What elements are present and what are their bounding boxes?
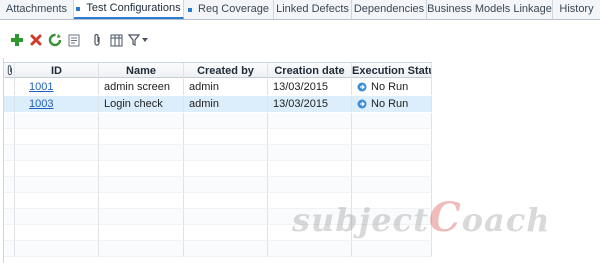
tab-dependencies[interactable]: Dependencies: [352, 0, 427, 19]
name-cell: admin screen: [99, 79, 184, 95]
status-text: No Run: [371, 81, 409, 93]
refresh-button[interactable]: [46, 31, 64, 49]
empty-row: [4, 113, 432, 129]
attachment-column-header[interactable]: [4, 63, 15, 79]
column-header-creation-date[interactable]: Creation date: [268, 63, 352, 79]
created-by-cell: admin: [184, 96, 268, 112]
add-button[interactable]: [8, 31, 26, 49]
attachment-icon: [94, 33, 100, 46]
name-cell: Login check: [99, 96, 184, 112]
filter-icon: [128, 34, 140, 46]
empty-row: [4, 241, 432, 257]
no-run-status-icon: [357, 99, 367, 109]
creation-date-cell: 13/03/2015: [268, 79, 352, 95]
test-configurations-grid: ID Name Created by Creation date Executi…: [3, 58, 432, 263]
filter-button[interactable]: [126, 31, 150, 49]
empty-row: [4, 129, 432, 145]
edit-details-icon: [68, 34, 79, 46]
column-header-id[interactable]: ID: [15, 63, 99, 79]
refresh-icon: [48, 33, 62, 47]
id-link[interactable]: 1003: [29, 98, 53, 110]
attachment-icon: [7, 65, 12, 76]
no-run-status-icon: [357, 82, 367, 92]
tab-label: Linked Defects: [276, 3, 349, 15]
tab-label: Attachments: [5, 3, 68, 15]
empty-row: [4, 225, 432, 241]
empty-row: [4, 145, 432, 161]
tab-label: Dependencies: [353, 3, 425, 15]
tab-indicator-icon: [188, 7, 193, 12]
status-text: No Run: [371, 98, 409, 110]
execution-status-cell: No Run: [352, 96, 432, 112]
grid-columns-icon: [110, 34, 122, 46]
tab-label: Business Models Linkage: [427, 3, 552, 15]
tab-business-models-linkage[interactable]: Business Models Linkage: [427, 0, 553, 19]
empty-row: [4, 193, 432, 209]
table-row-selected[interactable]: 1003 Login check admin 13/03/2015 No Run: [4, 96, 432, 112]
column-header-created-by[interactable]: Created by: [184, 63, 268, 79]
tab-req-coverage[interactable]: Req Coverage: [184, 0, 274, 19]
tab-test-configurations[interactable]: Test Configurations: [74, 0, 184, 19]
empty-row: [4, 177, 432, 193]
id-link[interactable]: 1001: [29, 81, 53, 93]
tab-indicator-icon: [76, 6, 81, 11]
tab-linked-defects[interactable]: Linked Defects: [274, 0, 352, 19]
execution-status-cell: No Run: [352, 79, 432, 95]
tab-label: Req Coverage: [198, 3, 269, 15]
tab-attachments[interactable]: Attachments: [0, 0, 74, 19]
created-by-cell: admin: [184, 79, 268, 95]
table-row[interactable]: 1001 admin screen admin 13/03/2015 No Ru…: [4, 79, 432, 95]
dropdown-arrow-icon: [142, 38, 148, 42]
empty-row: [4, 209, 432, 225]
grid-header: ID Name Created by Creation date Executi…: [4, 62, 432, 79]
toolbar: [0, 29, 600, 51]
add-icon: [11, 34, 23, 46]
tab-label: Test Configurations: [86, 2, 181, 14]
attachment-button[interactable]: [88, 31, 106, 49]
tab-history[interactable]: History: [553, 0, 600, 19]
creation-date-cell: 13/03/2015: [268, 96, 352, 112]
select-columns-button[interactable]: [107, 31, 125, 49]
details-button[interactable]: [65, 31, 83, 49]
column-header-name[interactable]: Name: [99, 63, 184, 79]
column-header-execution-status[interactable]: Execution Status: [352, 63, 432, 79]
tab-bar: Attachments Test Configurations Req Cove…: [0, 0, 600, 20]
delete-icon: [30, 34, 42, 46]
empty-row: [4, 161, 432, 177]
delete-button[interactable]: [27, 31, 45, 49]
tab-label: History: [559, 3, 594, 15]
